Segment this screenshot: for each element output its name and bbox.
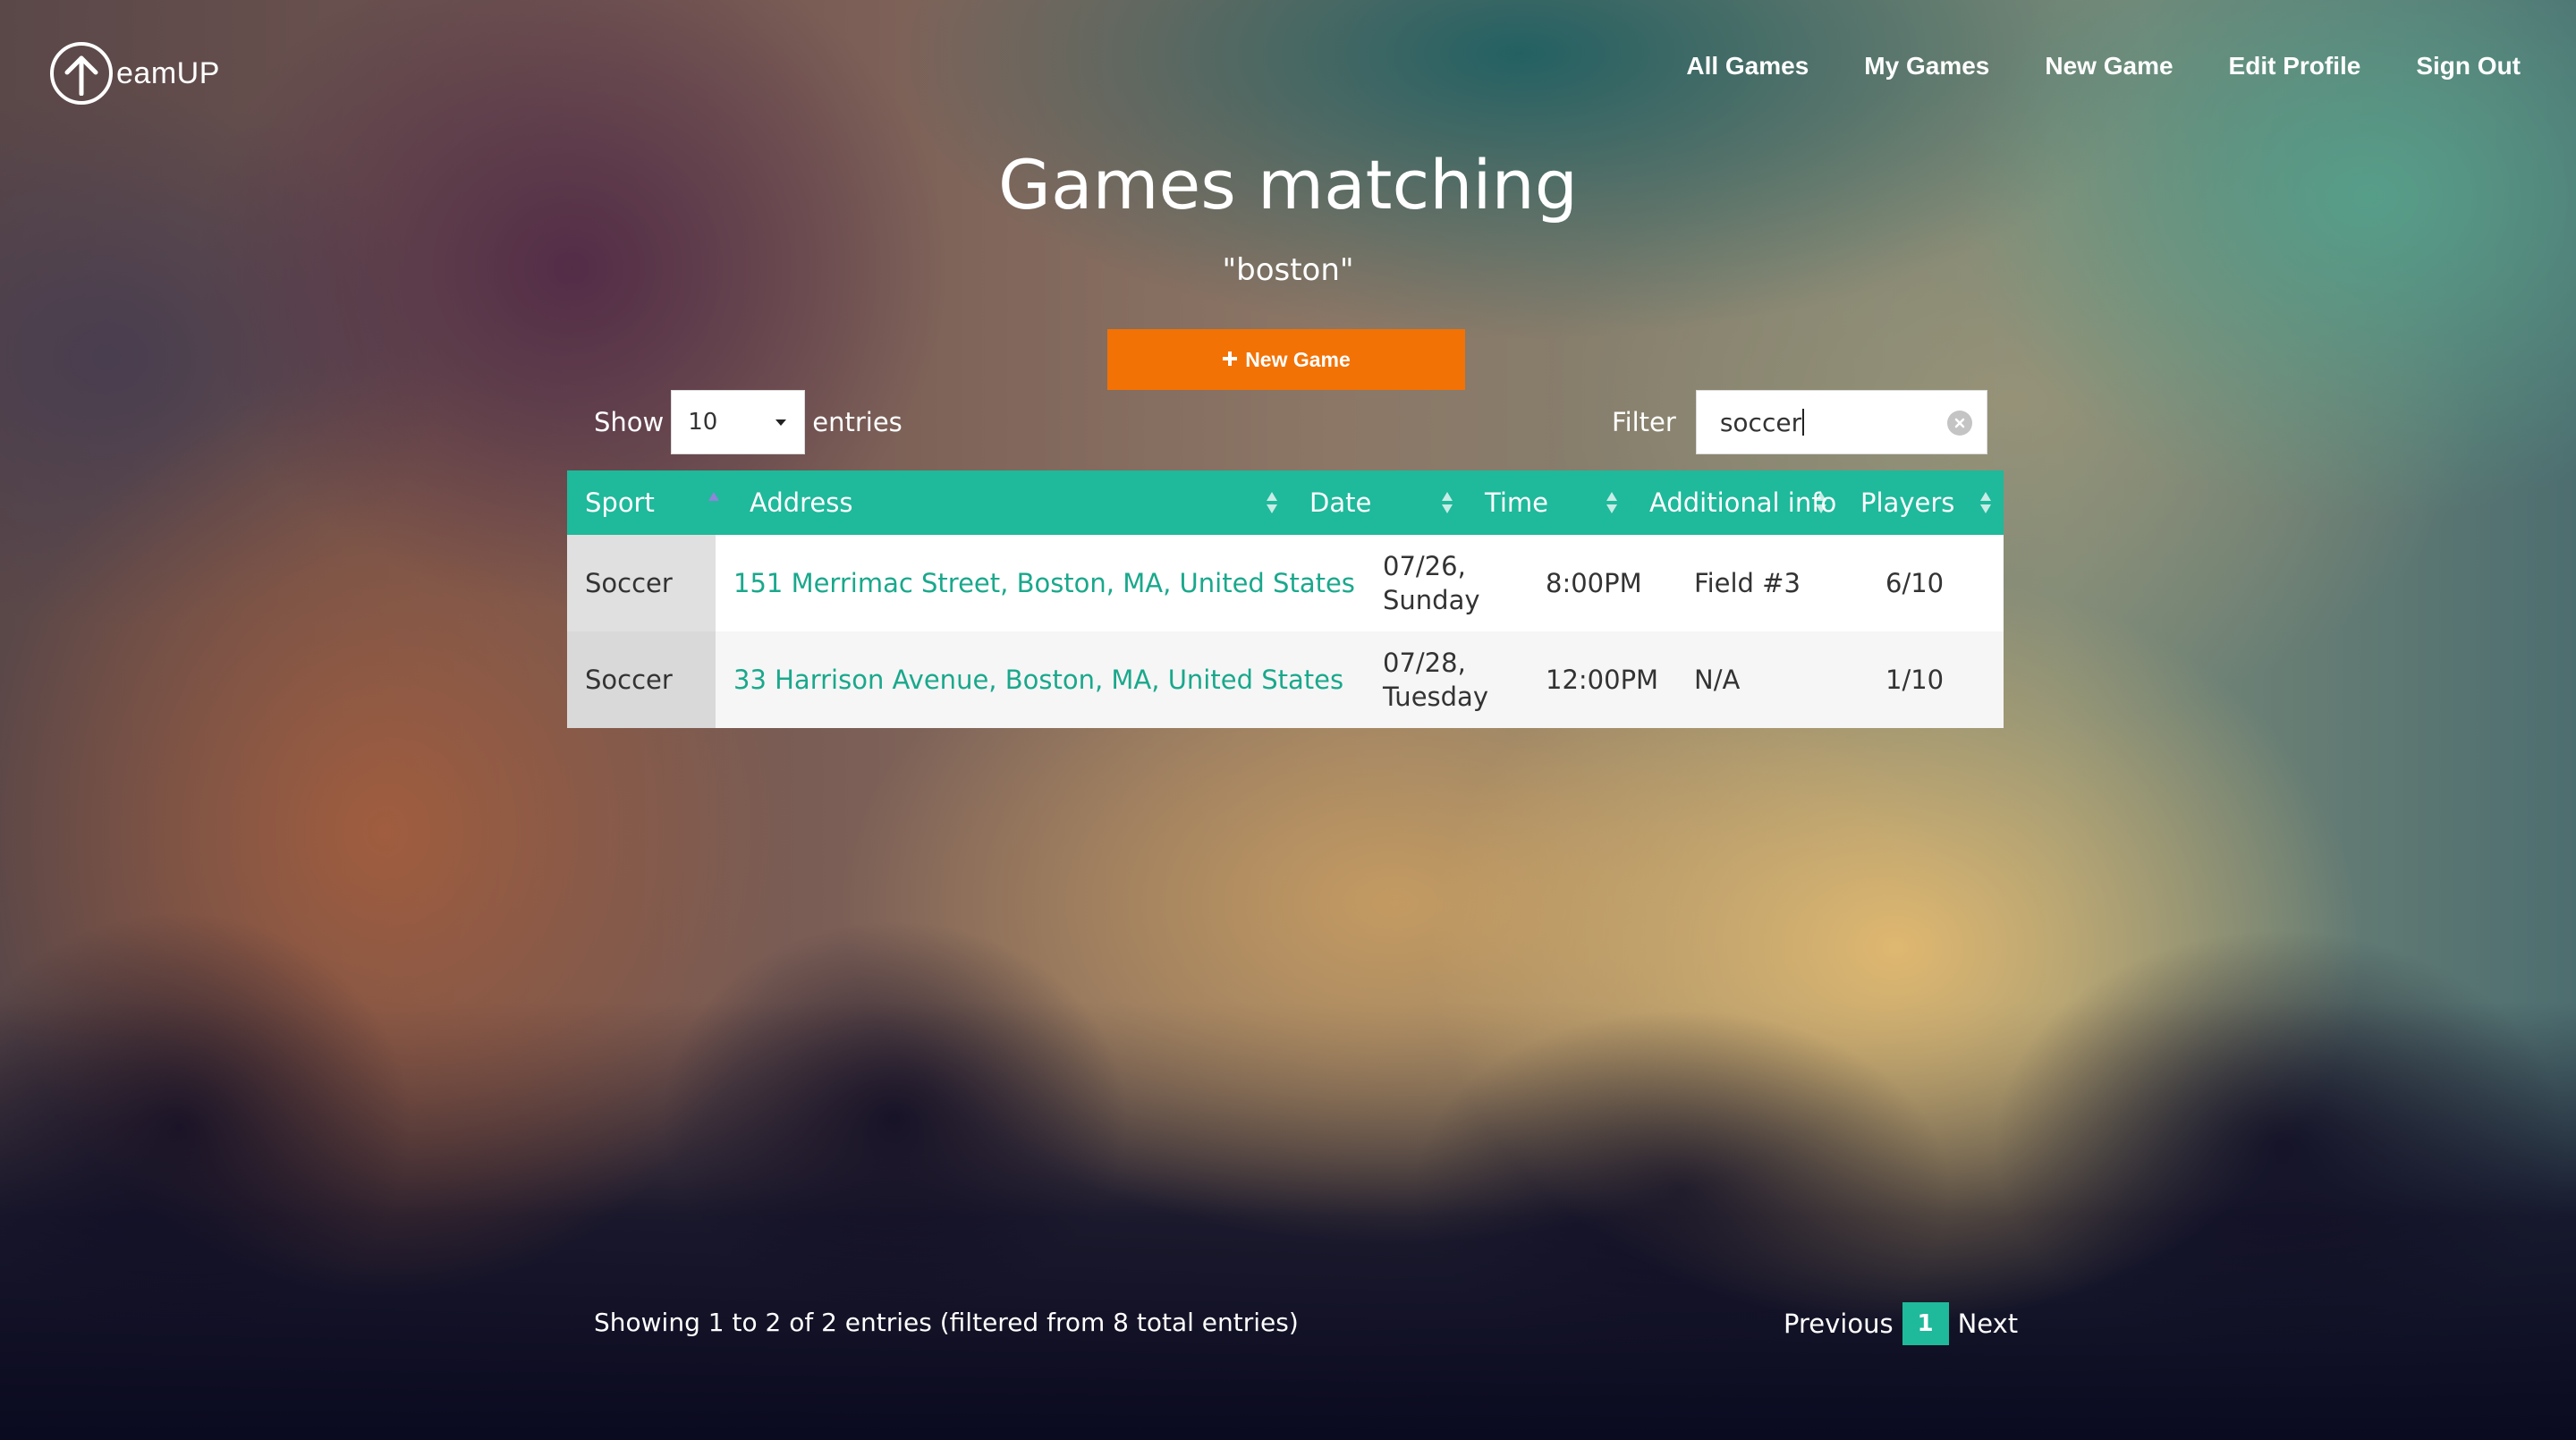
column-header-label: Sport bbox=[585, 487, 655, 518]
pagination: Previous 1 Next bbox=[1784, 1302, 2018, 1345]
entries-select-value: 10 bbox=[688, 409, 718, 436]
column-header-label: Time bbox=[1485, 487, 1548, 518]
logo-text: eamUP bbox=[116, 55, 220, 90]
cell-sport: Soccer bbox=[567, 535, 716, 631]
sort-icon[interactable] bbox=[1980, 492, 1991, 515]
entries-select[interactable]: 10 bbox=[671, 390, 806, 454]
sort-icon[interactable] bbox=[1606, 492, 1617, 515]
previous-button[interactable]: Previous bbox=[1784, 1309, 1894, 1339]
clear-icon[interactable] bbox=[1946, 411, 1972, 436]
column-header-label: Players bbox=[1860, 487, 1955, 518]
filter-input-value: soccer bbox=[1719, 407, 1802, 437]
cell-time: 8:00PM bbox=[1546, 568, 1642, 598]
sort-icon[interactable] bbox=[1816, 492, 1826, 515]
text-cursor bbox=[1802, 409, 1805, 436]
nav-new-game[interactable]: New Game bbox=[2045, 52, 2173, 80]
cell-additional-info: N/A bbox=[1694, 665, 1741, 695]
cell-address-link[interactable]: 33 Harrison Avenue, Boston, MA, United S… bbox=[733, 631, 1343, 728]
column-header-address[interactable]: Address bbox=[750, 470, 853, 535]
page-button-current[interactable]: 1 bbox=[1902, 1302, 1949, 1345]
column-header-label: Address bbox=[750, 487, 853, 518]
column-header-sport[interactable]: Sport bbox=[585, 470, 655, 535]
plus-icon bbox=[1222, 348, 1238, 372]
cell-date-line2: Sunday bbox=[1383, 585, 1480, 615]
cell-players: 6/10 bbox=[1885, 568, 1945, 598]
table-row: Soccer 151 Merrimac Street, Boston, MA, … bbox=[567, 535, 2004, 631]
new-game-button[interactable]: New Game bbox=[1107, 329, 1465, 390]
cell-date-line2: Tuesday bbox=[1383, 682, 1488, 712]
search-query: "boston" bbox=[1222, 252, 1354, 288]
logo[interactable]: eamUP bbox=[50, 39, 220, 107]
cell-sport: Soccer bbox=[567, 631, 716, 728]
nav-sign-out[interactable]: Sign Out bbox=[2416, 52, 2521, 80]
cell-date-line1: 07/28, bbox=[1383, 648, 1466, 678]
column-header-time[interactable]: Time bbox=[1485, 470, 1548, 535]
cell-additional-info: Field #3 bbox=[1694, 568, 1801, 598]
column-header-label: Date bbox=[1309, 487, 1372, 518]
column-header-label: Additional info bbox=[1649, 487, 1837, 518]
column-header-players[interactable]: Players bbox=[1860, 470, 1954, 535]
sort-icon[interactable] bbox=[1267, 492, 1277, 515]
nav-all-games[interactable]: All Games bbox=[1686, 52, 1809, 80]
filter-control: Filter soccer bbox=[1612, 390, 1987, 454]
games-table: Sport Address Date Time Additional info … bbox=[567, 470, 2004, 728]
table-row: Soccer 33 Harrison Avenue, Boston, MA, U… bbox=[567, 631, 2004, 728]
page-title: Games matching bbox=[998, 145, 1578, 224]
next-button[interactable]: Next bbox=[1958, 1309, 2019, 1339]
filter-label: Filter bbox=[1612, 407, 1676, 437]
filter-input[interactable]: soccer bbox=[1695, 390, 1987, 454]
table-header: Sport Address Date Time Additional info … bbox=[567, 470, 2004, 535]
cell-players: 1/10 bbox=[1885, 665, 1945, 695]
sort-asc-icon[interactable] bbox=[708, 492, 719, 515]
table-info: Showing 1 to 2 of 2 entries (filtered fr… bbox=[594, 1308, 1299, 1337]
show-label: Show bbox=[594, 407, 665, 437]
main-nav: All Games My Games New Game Edit Profile… bbox=[1686, 52, 2521, 80]
entries-label: entries bbox=[812, 407, 902, 437]
cell-date-line1: 07/26, bbox=[1383, 551, 1466, 581]
nav-edit-profile[interactable]: Edit Profile bbox=[2229, 52, 2361, 80]
cell-address-link[interactable]: 151 Merrimac Street, Boston, MA, United … bbox=[733, 535, 1355, 631]
column-header-additional-info[interactable]: Additional info bbox=[1649, 470, 1836, 535]
column-header-date[interactable]: Date bbox=[1309, 470, 1371, 535]
cell-date: 07/26, Sunday bbox=[1383, 535, 1480, 631]
entries-length-control: Show 10 entries bbox=[594, 390, 902, 454]
sort-icon[interactable] bbox=[1442, 492, 1453, 515]
arrow-up-icon bbox=[50, 42, 113, 105]
new-game-button-label: New Game bbox=[1245, 347, 1351, 371]
cell-date: 07/28, Tuesday bbox=[1383, 631, 1488, 728]
chevron-down-icon bbox=[775, 419, 787, 426]
cell-time: 12:00PM bbox=[1546, 665, 1659, 695]
nav-my-games[interactable]: My Games bbox=[1864, 52, 1989, 80]
